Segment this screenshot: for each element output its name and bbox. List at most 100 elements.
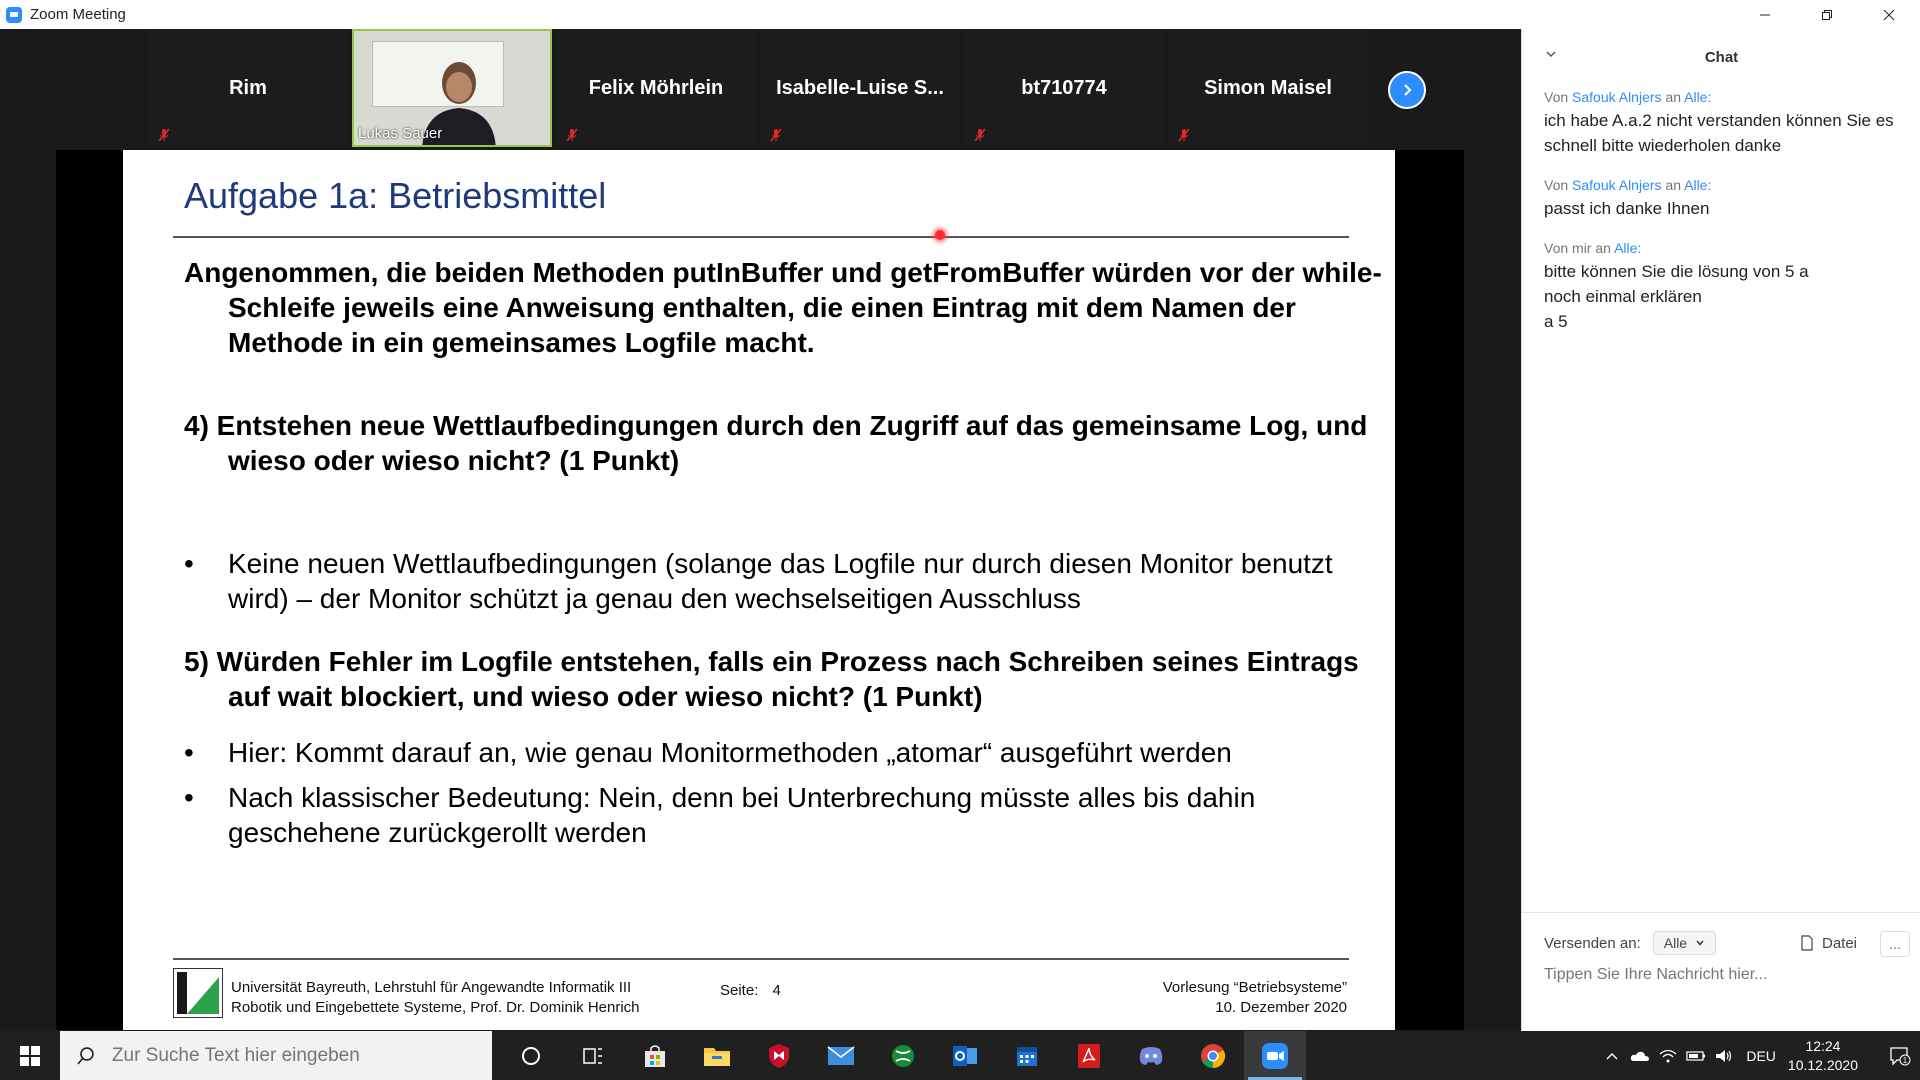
chat-message-input[interactable]	[1544, 966, 1904, 984]
cortana-icon	[522, 1046, 540, 1065]
footer-institution-line: Universität Bayreuth, Lehrstuhl für Ange…	[231, 979, 632, 996]
acrobat-button[interactable]	[1058, 1031, 1120, 1080]
discord-button[interactable]	[1120, 1031, 1182, 1080]
minimize-icon	[1760, 14, 1770, 15]
message-sender[interactable]: Safouk Alnjers	[1572, 89, 1662, 105]
show-hidden-icons-button[interactable]	[1598, 1051, 1626, 1061]
chevron-down-icon	[1696, 940, 1704, 946]
windows-logo-icon	[20, 1045, 40, 1066]
answer-5-item: • Nach klassischer Bedeutung: Nein, denn…	[184, 780, 1344, 850]
file-button[interactable]: Datei	[1800, 927, 1857, 959]
chat-message: Von Safouk Alnjers an Alle: passt ich da…	[1544, 177, 1904, 221]
message-meta: Von Safouk Alnjers an Alle:	[1544, 177, 1904, 193]
file-explorer-button[interactable]	[686, 1031, 748, 1080]
chat-divider	[1522, 912, 1920, 913]
chrome-icon	[1201, 1043, 1226, 1068]
zoom-button[interactable]	[1244, 1031, 1306, 1080]
footer-course: Vorlesung “Betriebsysteme” 10. Dezember …	[1163, 978, 1347, 1018]
send-to-dropdown[interactable]: Alle	[1652, 931, 1717, 955]
more-options-button[interactable]: ...	[1880, 931, 1910, 957]
system-tray: DEU 12:24 10.12.2020 1	[1598, 1031, 1920, 1080]
participant-tile[interactable]: Simon Maisel	[1168, 29, 1368, 147]
input-language[interactable]: DEU	[1746, 1048, 1776, 1064]
course-date: 10. Dezember 2020	[1215, 999, 1347, 1016]
network-button[interactable]	[1654, 1048, 1682, 1064]
footer-institution: Universität Bayreuth, Lehrstuhl für Ange…	[231, 978, 640, 1018]
microsoft-store-button[interactable]	[624, 1031, 686, 1080]
wifi-icon	[1659, 1049, 1677, 1062]
search-icon	[77, 1046, 94, 1064]
volume-button[interactable]	[1710, 1048, 1738, 1064]
muted-mic-icon	[158, 128, 170, 142]
cloud-icon	[1631, 1051, 1650, 1061]
message-from-label: Von	[1544, 177, 1569, 193]
battery-button[interactable]	[1682, 1050, 1710, 1062]
participant-name: Isabelle-Luise S...	[776, 76, 944, 99]
title-divider	[173, 236, 1349, 238]
pdf-icon	[1078, 1043, 1100, 1068]
chrome-button[interactable]	[1182, 1031, 1244, 1080]
bullet-marker: •	[184, 548, 194, 579]
windows-taskbar: DEU 12:24 10.12.2020 1	[0, 1031, 1920, 1080]
start-button[interactable]	[0, 1031, 60, 1080]
participant-tile[interactable]: Rim	[148, 29, 348, 147]
discord-icon	[1139, 1046, 1163, 1065]
question-5: 5) Würden Fehler im Logfile entstehen, f…	[184, 646, 1359, 712]
bullet-marker: •	[184, 782, 194, 813]
xbox-button[interactable]	[872, 1031, 934, 1080]
taskbar-clock[interactable]: 12:24 10.12.2020	[1788, 1037, 1858, 1075]
participant-tile[interactable]: bt710774	[964, 29, 1164, 147]
onedrive-button[interactable]	[1626, 1050, 1654, 1062]
next-page-button[interactable]	[1388, 71, 1426, 109]
message-recipient: Alle:	[1684, 89, 1712, 105]
clock-date: 10.12.2020	[1787, 1056, 1858, 1073]
participant-gallery: Rim Lukas Sauer Felix Möhrlein Isabelle-…	[148, 29, 1388, 149]
participant-name: Simon Maisel	[1204, 76, 1332, 99]
mail-button[interactable]	[810, 1031, 872, 1080]
page-label: Seite:	[720, 982, 759, 999]
zoom-icon	[1262, 1042, 1288, 1069]
close-button[interactable]	[1858, 0, 1920, 29]
taskbar-search-box[interactable]	[60, 1031, 492, 1080]
file-label: Datei	[1822, 934, 1858, 952]
message-to-label: an	[1665, 177, 1681, 193]
chevron-down-icon[interactable]	[1544, 47, 1558, 61]
muted-mic-icon	[1178, 128, 1190, 142]
page-number: 4	[772, 982, 781, 999]
action-center-button[interactable]: 1	[1880, 1046, 1920, 1066]
participant-name: bt710774	[1021, 76, 1107, 99]
answer-4-text: Keine neuen Wettlaufbedingungen (solange…	[228, 548, 1333, 614]
cortana-button[interactable]	[500, 1031, 562, 1080]
participant-tile-video[interactable]: Lukas Sauer	[352, 29, 552, 147]
outlook-button[interactable]	[934, 1031, 996, 1080]
window-titlebar: Zoom Meeting	[0, 0, 1920, 29]
course-title: Vorlesung “Betriebsysteme”	[1162, 979, 1347, 996]
speaker-icon	[1716, 1049, 1732, 1062]
message-recipient: Alle:	[1614, 240, 1642, 256]
minimize-button[interactable]	[1734, 0, 1796, 29]
task-view-icon	[583, 1047, 602, 1064]
answer-5-item-text: Hier: Kommt darauf an, wie genau Monitor…	[228, 737, 1232, 768]
mcafee-button[interactable]	[748, 1031, 810, 1080]
restore-icon	[1822, 9, 1832, 20]
participant-name: Rim	[229, 76, 267, 99]
message-sender[interactable]: Safouk Alnjers	[1572, 177, 1662, 193]
chat-title: Chat	[1704, 48, 1739, 66]
message-text: bitte können Sie die lösung von 5 a noch…	[1544, 262, 1809, 331]
presentation-slide: Aufgabe 1a: Betriebsmittel Angenommen, d…	[123, 150, 1395, 1030]
message-meta: Von Safouk Alnjers an Alle:	[1544, 89, 1904, 105]
chat-message: Von mir an Alle: bitte können Sie die lö…	[1544, 240, 1904, 334]
battery-icon	[1686, 1050, 1706, 1061]
task-view-button[interactable]	[562, 1031, 624, 1080]
participant-tile[interactable]: Isabelle-Luise S...	[760, 29, 960, 147]
chevron-up-icon	[1606, 1052, 1618, 1059]
search-input[interactable]	[109, 1043, 492, 1068]
participant-tile[interactable]: Felix Möhrlein	[556, 29, 756, 147]
restore-button[interactable]	[1796, 0, 1858, 29]
calendar-button[interactable]	[996, 1031, 1058, 1080]
footer-divider	[173, 958, 1349, 960]
question-4: 4) Entstehen neue Wettlaufbedingungen du…	[184, 410, 1368, 476]
message-from-label: Von mir	[1544, 240, 1592, 256]
answer-5-item-text: Nach klassischer Bedeutung: Nein, denn b…	[228, 782, 1256, 848]
muted-mic-icon	[770, 128, 782, 142]
